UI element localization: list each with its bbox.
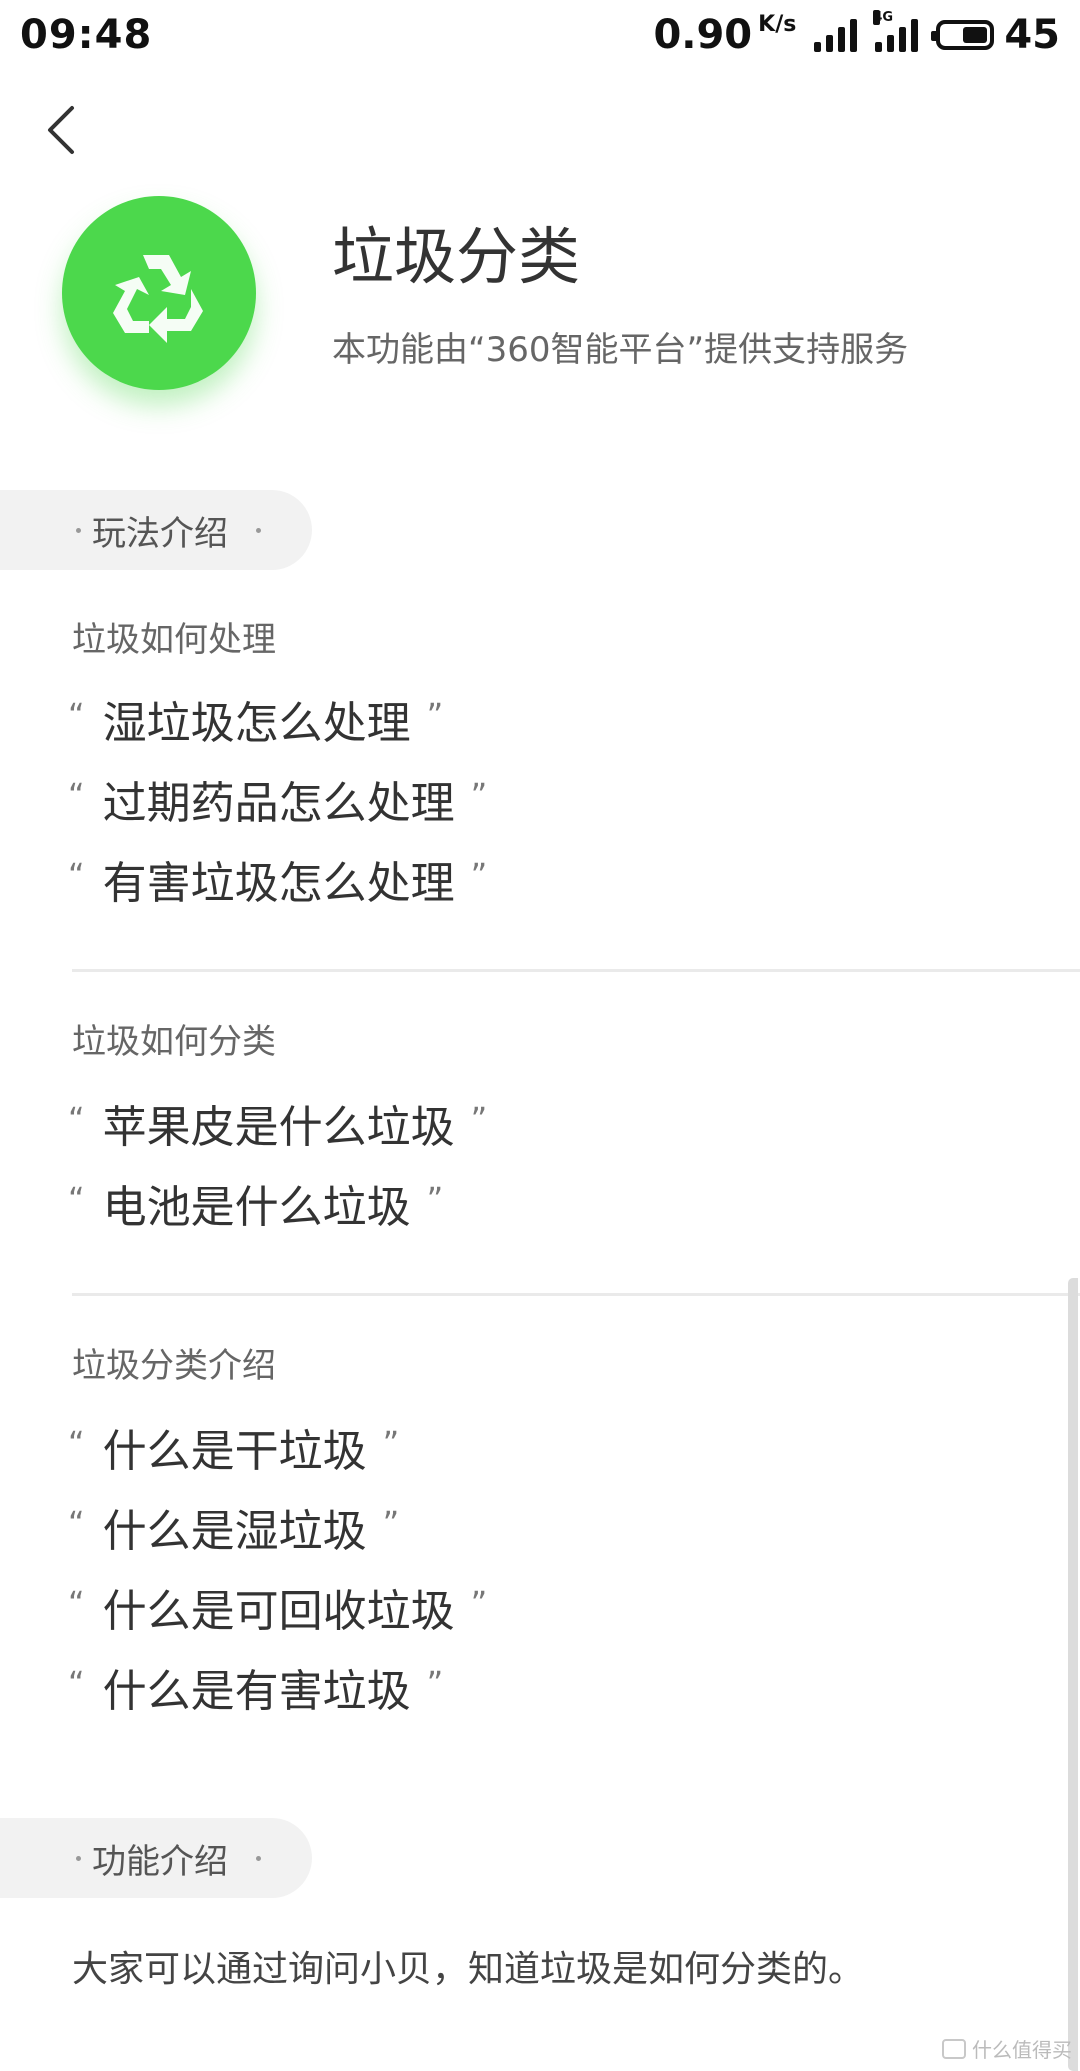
recycle-icon xyxy=(62,196,256,390)
group-title-classification: 垃圾如何分类 xyxy=(72,1022,276,1062)
network-speed-unit: K/s xyxy=(758,12,797,37)
divider xyxy=(72,1293,1080,1296)
page-title: 垃圾分类 xyxy=(332,220,581,293)
example-query[interactable]: “ 过期药品怎么处理 ” xyxy=(68,776,487,836)
section-label-text: 玩法介绍 xyxy=(92,513,228,554)
page-subtitle: 本功能由“360智能平台”提供支持服务 xyxy=(332,330,909,370)
example-query[interactable]: “ 电池是什么垃圾 ” xyxy=(68,1180,443,1240)
section-label-feature: 功能介绍 xyxy=(0,1818,312,1898)
scrollbar[interactable] xyxy=(1068,1278,1078,2071)
battery-icon xyxy=(931,20,995,50)
example-query[interactable]: “ 有害垃圾怎么处理 ” xyxy=(68,856,487,916)
network-speed: 0.90 K/s xyxy=(653,12,796,58)
wifi-signal-icon xyxy=(814,18,858,52)
example-query[interactable]: “ 什么是湿垃圾 ” xyxy=(68,1504,399,1564)
example-query[interactable]: “ 什么是干垃圾 ” xyxy=(68,1424,399,1484)
feature-description: 大家可以通过询问小贝，知道垃圾是如何分类的。 xyxy=(72,1949,865,1990)
battery-indicator: 45 xyxy=(931,12,1060,58)
example-query[interactable]: “ 湿垃圾怎么处理 ” xyxy=(68,696,443,756)
network-type: 4G xyxy=(873,10,894,25)
example-query[interactable]: “ 苹果皮是什么垃圾 ” xyxy=(68,1100,487,1160)
divider xyxy=(72,969,1080,972)
group-title-introduction: 垃圾分类介绍 xyxy=(72,1346,276,1386)
status-bar: 09:48 0.90 K/s 4G 45 xyxy=(0,0,1080,70)
example-query[interactable]: “ 什么是可回收垃圾 ” xyxy=(68,1584,487,1644)
network-speed-value: 0.90 xyxy=(653,12,753,58)
group-title-handling: 垃圾如何处理 xyxy=(72,620,276,660)
watermark: 什么值得买 xyxy=(942,2034,1072,2063)
battery-level: 45 xyxy=(1004,12,1060,58)
example-query[interactable]: “ 什么是有害垃圾 ” xyxy=(68,1664,443,1724)
section-label-gameplay: 玩法介绍 xyxy=(0,490,312,570)
cellular-signal-icon: 4G xyxy=(873,10,919,52)
watermark-logo-icon xyxy=(942,2038,966,2059)
status-indicators: 0.90 K/s 4G 45 xyxy=(653,10,1060,58)
watermark-text: 什么值得买 xyxy=(972,2038,1072,2062)
status-time: 09:48 xyxy=(20,12,153,58)
chevron-left-icon xyxy=(48,106,74,154)
back-button[interactable] xyxy=(40,100,84,160)
section-label-text: 功能介绍 xyxy=(92,1841,228,1882)
